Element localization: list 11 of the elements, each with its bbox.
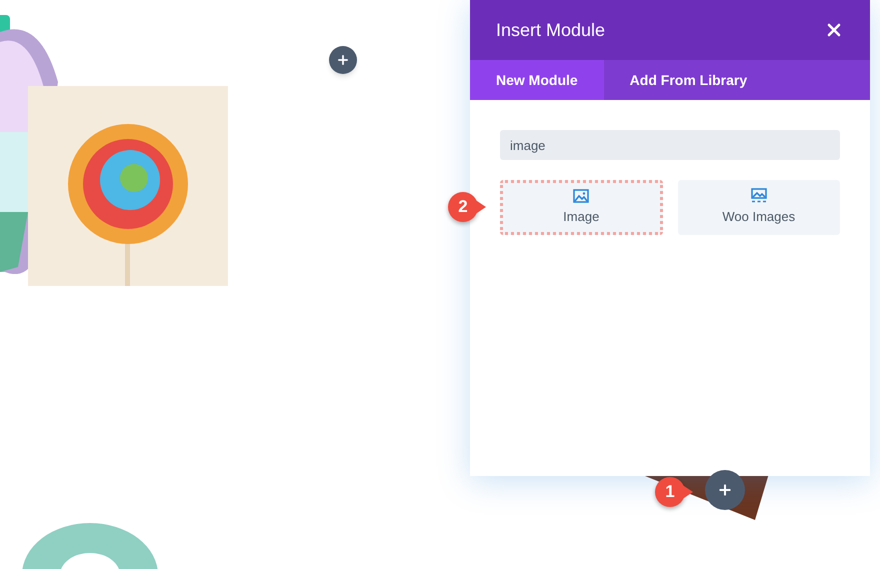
module-button[interactable]: Image	[500, 180, 662, 235]
search-field[interactable]: image	[500, 130, 840, 160]
dialog-tab[interactable]: New Module	[470, 60, 604, 100]
add-button[interactable]	[329, 46, 357, 74]
plus-icon	[336, 53, 350, 67]
dialog-title: Insert Module	[496, 18, 606, 42]
module-button[interactable]: Woo Images	[678, 180, 840, 235]
image-icon	[573, 188, 590, 203]
gallery-icon	[750, 188, 767, 204]
plus-icon	[717, 482, 733, 498]
dialog-tab[interactable]: Add From Library	[604, 60, 774, 100]
